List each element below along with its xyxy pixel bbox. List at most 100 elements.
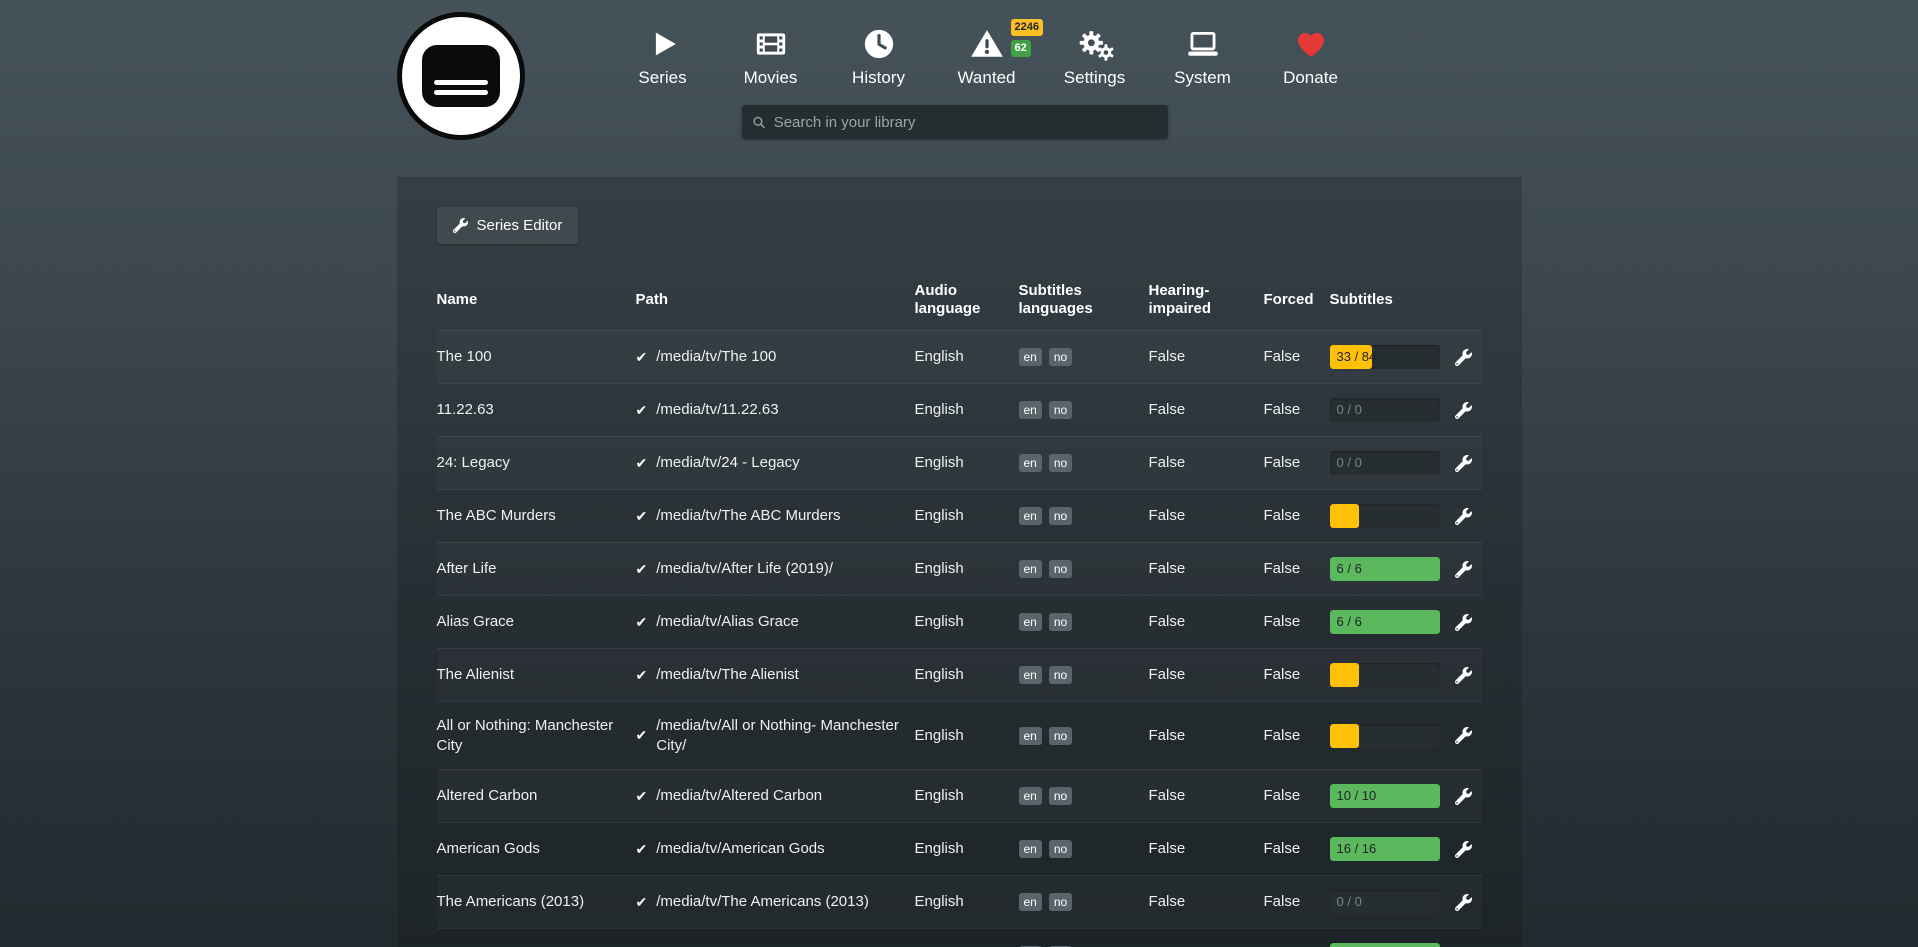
table-row: American Gods ✔ /media/tv/American Gods … xyxy=(437,822,1482,875)
series-path-cell: ✔ /media/tv/24 - Legacy xyxy=(636,437,915,489)
row-edit-button[interactable] xyxy=(1452,823,1482,875)
table-row: 11.22.63 ✔ /media/tv/11.22.63 English en… xyxy=(437,383,1482,436)
series-name[interactable]: American Gods xyxy=(437,823,636,875)
wrench-icon xyxy=(1455,894,1472,911)
subtitles-progress: 16 / 16 xyxy=(1330,837,1440,861)
row-edit-button[interactable] xyxy=(1452,929,1482,947)
hearing-impaired-value: False xyxy=(1149,770,1264,822)
nav-item-movies[interactable]: Movies xyxy=(717,22,825,88)
subtitles-progress-cell: 0 / 0 xyxy=(1330,384,1452,436)
table-row: All or Nothing: Manchester City ✔ /media… xyxy=(437,701,1482,769)
hearing-impaired-value: False xyxy=(1149,331,1264,383)
subtitles-progress-cell xyxy=(1330,702,1452,769)
check-icon: ✔ xyxy=(636,507,648,525)
row-edit-button[interactable] xyxy=(1452,384,1482,436)
subtitles-progress-label: 16 / 16 xyxy=(1337,837,1377,861)
series-name[interactable]: All or Nothing: Manchester City xyxy=(437,702,636,769)
subtitles-progress-cell: 16 / 16 xyxy=(1330,823,1452,875)
subtitles-languages-cell: enno xyxy=(1019,490,1149,542)
row-edit-button[interactable] xyxy=(1452,437,1482,489)
wrench-icon xyxy=(1455,508,1472,525)
series-name[interactable]: The Americans (2013) xyxy=(437,876,636,928)
series-name[interactable]: 24: Legacy xyxy=(437,437,636,489)
nav-item-series[interactable]: Series xyxy=(609,22,717,88)
table-row: Alias Grace ✔ /media/tv/Alias Grace Engl… xyxy=(437,595,1482,648)
series-name[interactable]: The ABC Murders xyxy=(437,490,636,542)
hearing-impaired-value: False xyxy=(1149,649,1264,701)
hearing-impaired-value: False xyxy=(1149,876,1264,928)
language-badge: en xyxy=(1019,840,1042,858)
forced-value: False xyxy=(1264,770,1330,822)
nav-label-movies: Movies xyxy=(717,68,825,88)
wrench-icon xyxy=(1455,561,1472,578)
series-name[interactable]: 11.22.63 xyxy=(437,384,636,436)
subtitles-progress: 6 / 6 xyxy=(1330,610,1440,634)
subtitles-progress xyxy=(1330,663,1440,687)
wrench-icon xyxy=(1455,349,1472,366)
series-name[interactable]: Altered Carbon xyxy=(437,770,636,822)
row-edit-button[interactable] xyxy=(1452,649,1482,701)
language-badge: en xyxy=(1019,507,1042,525)
nav-item-settings[interactable]: Settings xyxy=(1041,22,1149,88)
forced-value: False xyxy=(1264,649,1330,701)
language-badge: no xyxy=(1049,348,1072,366)
subtitles-progress-label: 0 / 0 xyxy=(1337,451,1362,475)
row-edit-button[interactable] xyxy=(1452,702,1482,769)
row-edit-button[interactable] xyxy=(1452,770,1482,822)
subtitles-progress-cell xyxy=(1330,490,1452,542)
nav-item-history[interactable]: History xyxy=(825,22,933,88)
series-name[interactable]: The Alienist xyxy=(437,649,636,701)
row-edit-button[interactable] xyxy=(1452,543,1482,595)
series-name[interactable]: Alias Grace xyxy=(437,596,636,648)
hearing-impaired-value: False xyxy=(1149,929,1264,947)
series-path: /media/tv/All or Nothing- Manchester Cit… xyxy=(656,716,904,755)
search-input[interactable] xyxy=(774,114,1158,131)
series-path-cell: ✔ /media/tv/The 100 xyxy=(636,331,915,383)
hearing-impaired-value: False xyxy=(1149,823,1264,875)
language-badge: en xyxy=(1019,787,1042,805)
check-icon: ✔ xyxy=(636,560,648,578)
series-path: /media/tv/The Alienist xyxy=(656,665,799,685)
language-badge: en xyxy=(1019,348,1042,366)
row-edit-button[interactable] xyxy=(1452,596,1482,648)
series-name[interactable]: The 100 xyxy=(437,331,636,383)
forced-value: False xyxy=(1264,543,1330,595)
series-name[interactable]: Another Life (2019) xyxy=(437,929,636,947)
row-edit-button[interactable] xyxy=(1452,490,1482,542)
subtitles-languages-cell: enno xyxy=(1019,384,1149,436)
subtitles-languages-cell: enno xyxy=(1019,823,1149,875)
subtitles-languages-cell: enno xyxy=(1019,596,1149,648)
row-edit-button[interactable] xyxy=(1452,331,1482,383)
audio-language: English xyxy=(915,702,1019,769)
subtitles-progress: 0 / 0 xyxy=(1330,398,1440,422)
main-panel: Series Editor Name Path Audio language S… xyxy=(397,177,1522,947)
subtitles-progress: 10 / 10 xyxy=(1330,943,1440,947)
audio-language: English xyxy=(915,437,1019,489)
wanted-badge-bottom: 62 xyxy=(1011,40,1031,57)
hearing-impaired-value: False xyxy=(1149,596,1264,648)
audio-language: English xyxy=(915,596,1019,648)
nav-item-wanted[interactable]: 2246 62 Wanted xyxy=(933,22,1041,88)
nav-item-system[interactable]: System xyxy=(1149,22,1257,88)
col-header-subtitles: Subtitles xyxy=(1330,274,1452,330)
series-editor-button[interactable]: Series Editor xyxy=(437,207,579,244)
series-path-cell: ✔ /media/tv/The Americans (2013) xyxy=(636,876,915,928)
nav-label-series: Series xyxy=(609,68,717,88)
subtitles-progress xyxy=(1330,504,1440,528)
forced-value: False xyxy=(1264,876,1330,928)
nav-item-donate[interactable]: Donate xyxy=(1257,22,1365,88)
subtitles-progress-fill xyxy=(1330,504,1360,528)
main-nav: Series Movies xyxy=(609,22,1365,88)
bazarr-logo[interactable] xyxy=(397,12,525,140)
heart-icon xyxy=(1257,22,1365,66)
forced-value: False xyxy=(1264,823,1330,875)
wrench-icon xyxy=(1455,841,1472,858)
series-path-cell: ✔ /media/tv/All or Nothing- Manchester C… xyxy=(636,702,915,769)
col-header-path: Path xyxy=(636,274,915,330)
series-path: /media/tv/The 100 xyxy=(656,347,776,367)
clock-icon xyxy=(825,22,933,66)
row-edit-button[interactable] xyxy=(1452,876,1482,928)
subtitles-progress-label: 6 / 6 xyxy=(1337,610,1362,634)
series-name[interactable]: After Life xyxy=(437,543,636,595)
wanted-badges: 2246 62 xyxy=(1011,19,1043,57)
